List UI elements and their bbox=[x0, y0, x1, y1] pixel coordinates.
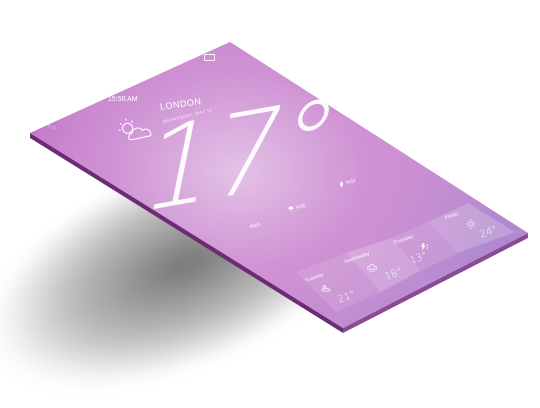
sun-cloud-icon bbox=[320, 283, 332, 292]
phone-device: ●●○○○ 15:50 AM 23% LONDON WEDNESDAY, MAY… bbox=[0, 0, 540, 408]
cloud-rain-icon bbox=[366, 263, 378, 273]
battery-percent: 23% bbox=[176, 56, 189, 62]
status-time: 15:50 AM bbox=[108, 96, 138, 103]
scene: ●●○○○ 15:50 AM 23% LONDON WEDNESDAY, MAY… bbox=[0, 0, 540, 408]
battery-icon bbox=[204, 54, 215, 61]
umbrella-icon bbox=[288, 206, 294, 212]
location-arrow-icon bbox=[170, 55, 175, 60]
sun-icon bbox=[465, 218, 477, 230]
drop-icon bbox=[339, 181, 344, 187]
